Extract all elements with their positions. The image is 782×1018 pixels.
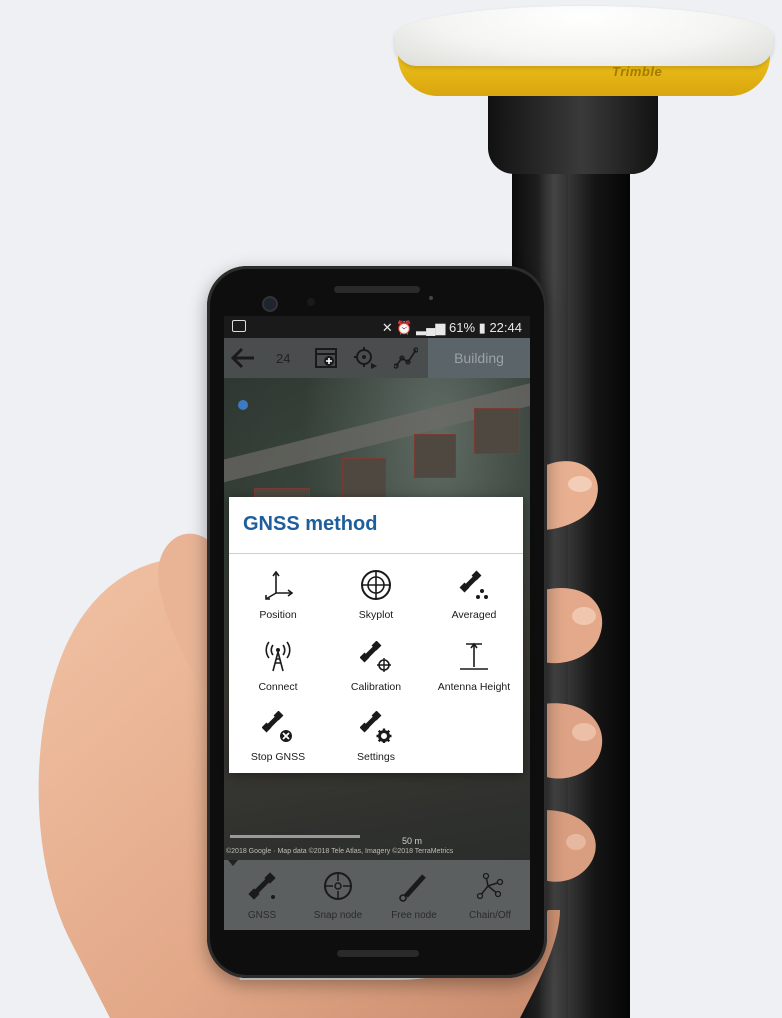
track-line-icon[interactable] [394, 346, 418, 370]
satellite-stop-icon [262, 711, 292, 742]
feature-count: 24 [276, 351, 291, 366]
clock: 22:44 [489, 320, 522, 335]
option-calibration[interactable]: Calibration [327, 641, 425, 703]
layer-tab-building[interactable]: Building [428, 338, 530, 378]
option-label: Calibration [350, 681, 402, 693]
app-toolbar: 24 Building [224, 338, 530, 378]
alarm-icon: ⏰ [396, 320, 413, 335]
option-label: Position [259, 609, 297, 621]
option-label: Averaged [451, 609, 497, 621]
bottom-item-label: Free node [391, 910, 437, 921]
option-averaged[interactable]: Averaged [425, 569, 523, 631]
front-sensor [307, 298, 315, 306]
pen-icon [399, 874, 426, 902]
map-attribution: ©2018 Google · Map data ©2018 Tele Atlas… [226, 848, 454, 855]
status-bar: ✕ ⏰ ▂▄▆ 61% ▮ 22:44 [224, 316, 530, 338]
option-skyplot[interactable]: Skyplot [327, 569, 425, 631]
snap-crosshair-icon [324, 872, 352, 900]
option-connect[interactable]: Connect [229, 641, 327, 703]
satellite-averaged-icon [459, 570, 488, 599]
dialog-title: GNSS method [243, 513, 378, 535]
bottom-item-chain-off[interactable]: Chain/Off [452, 860, 528, 930]
bottom-toolbar: GNSS Snap node Free node Chain/Off [224, 860, 530, 930]
locate-play-icon[interactable] [354, 346, 378, 370]
option-label: Stop GNSS [250, 751, 306, 763]
bottom-item-snap-node[interactable]: Snap node [300, 860, 376, 930]
gnss-receiver-dome [395, 6, 773, 66]
option-label: Antenna Height [437, 681, 511, 693]
option-antenna-height[interactable]: Antenna Height [425, 641, 523, 703]
antenna-height-icon [460, 642, 488, 670]
antenna-tower-icon [265, 641, 291, 672]
earpiece-speaker [334, 286, 420, 293]
mute-icon: ✕ [381, 320, 393, 335]
add-layer-icon[interactable] [314, 346, 338, 370]
chain-nodes-icon [476, 872, 504, 900]
skyplot-crosshair-icon [361, 570, 391, 600]
notification-led [429, 296, 433, 300]
back-arrow-icon[interactable] [228, 344, 258, 372]
battery-icon: ▮ [478, 320, 486, 335]
option-label: Connect [258, 681, 298, 693]
map-building [342, 458, 386, 500]
map-building [414, 434, 456, 478]
bottom-item-free-node[interactable]: Free node [376, 860, 452, 930]
image-notification-icon [232, 320, 246, 332]
option-settings[interactable]: Settings [327, 711, 425, 773]
receiver-brand-logo: Trimble [612, 64, 663, 79]
satellite-settings-icon [360, 711, 392, 743]
gnss-method-dialog: GNSS method Position Skyplot Averaged Co… [229, 497, 523, 773]
bottom-item-label: GNSS [247, 910, 277, 921]
option-label: Settings [357, 751, 395, 763]
status-right: ✕ ⏰ ▂▄▆ 61% ▮ 22:44 [382, 320, 522, 336]
satellite-calibration-icon [360, 641, 391, 672]
position-axes-icon [265, 570, 294, 600]
map-building [474, 408, 520, 454]
scale-bar [230, 835, 360, 838]
location-pin-icon [238, 400, 248, 410]
battery-percent: 61% [449, 320, 476, 335]
bottom-speaker [337, 950, 419, 957]
satellite-icon [248, 872, 276, 900]
bottom-item-label: Snap node [313, 910, 363, 921]
dialog-divider [229, 553, 523, 554]
option-label: Skyplot [358, 609, 394, 621]
option-stop-gnss[interactable]: Stop GNSS [229, 711, 327, 773]
front-camera [262, 296, 278, 312]
option-position[interactable]: Position [229, 569, 327, 631]
signal-icon: ▂▄▆ [416, 320, 446, 335]
bottom-item-label: Chain/Off [468, 910, 512, 921]
bottom-item-gnss[interactable]: GNSS [224, 860, 300, 930]
scale-label: 50 m [402, 836, 423, 846]
